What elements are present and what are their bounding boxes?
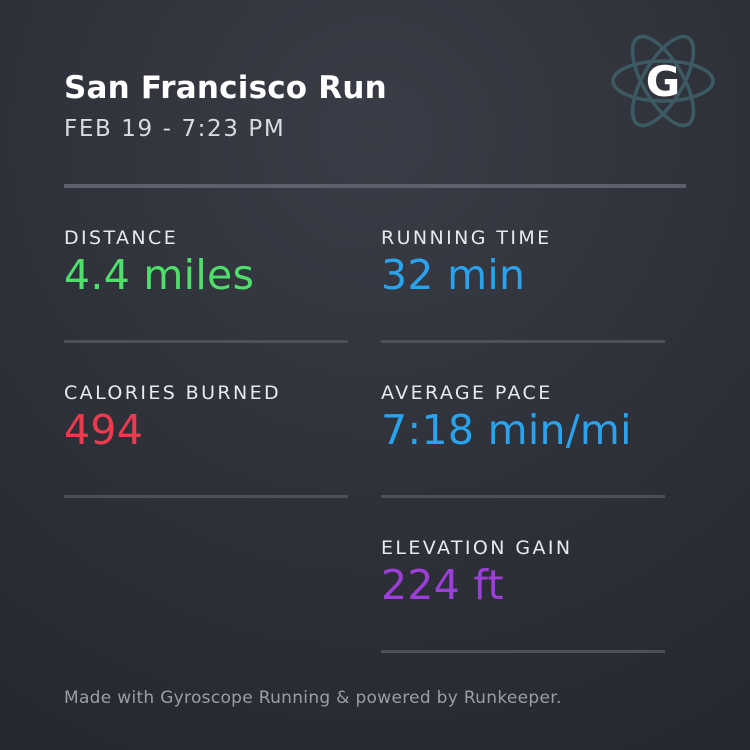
- stat-value: 224 ft: [381, 561, 504, 609]
- stat-calories-burned: CALORIES BURNED 494: [64, 382, 348, 537]
- stat-elevation-gain: ELEVATION GAIN 224 ft: [381, 537, 665, 692]
- stat-label: RUNNING TIME: [381, 227, 552, 249]
- gyroscope-logo-icon: G: [611, 34, 715, 128]
- stat-value: 32 min: [381, 251, 526, 299]
- stat-label: ELEVATION GAIN: [381, 537, 573, 559]
- header-divider: [64, 184, 686, 188]
- stat-divider: [64, 340, 348, 343]
- stat-label: DISTANCE: [64, 227, 179, 249]
- stat-label: AVERAGE PACE: [381, 382, 553, 404]
- stat-running-time: RUNNING TIME 32 min: [381, 227, 665, 382]
- run-title: San Francisco Run: [64, 70, 387, 106]
- stat-divider: [64, 495, 348, 498]
- stat-value: 4.4 miles: [64, 251, 255, 299]
- logo-letter: G: [646, 57, 680, 106]
- stat-value: 494: [64, 406, 144, 454]
- stat-distance: DISTANCE 4.4 miles: [64, 227, 348, 382]
- stat-divider: [381, 650, 665, 653]
- stat-divider: [381, 495, 665, 498]
- stat-label: CALORIES BURNED: [64, 382, 282, 404]
- attribution-footer: Made with Gyroscope Running & powered by…: [64, 688, 562, 708]
- stat-divider: [381, 340, 665, 343]
- stat-average-pace: AVERAGE PACE 7:18 min/mi: [381, 382, 665, 537]
- stat-value: 7:18 min/mi: [381, 406, 632, 454]
- run-date-time: FEB 19 - 7:23 PM: [64, 116, 286, 142]
